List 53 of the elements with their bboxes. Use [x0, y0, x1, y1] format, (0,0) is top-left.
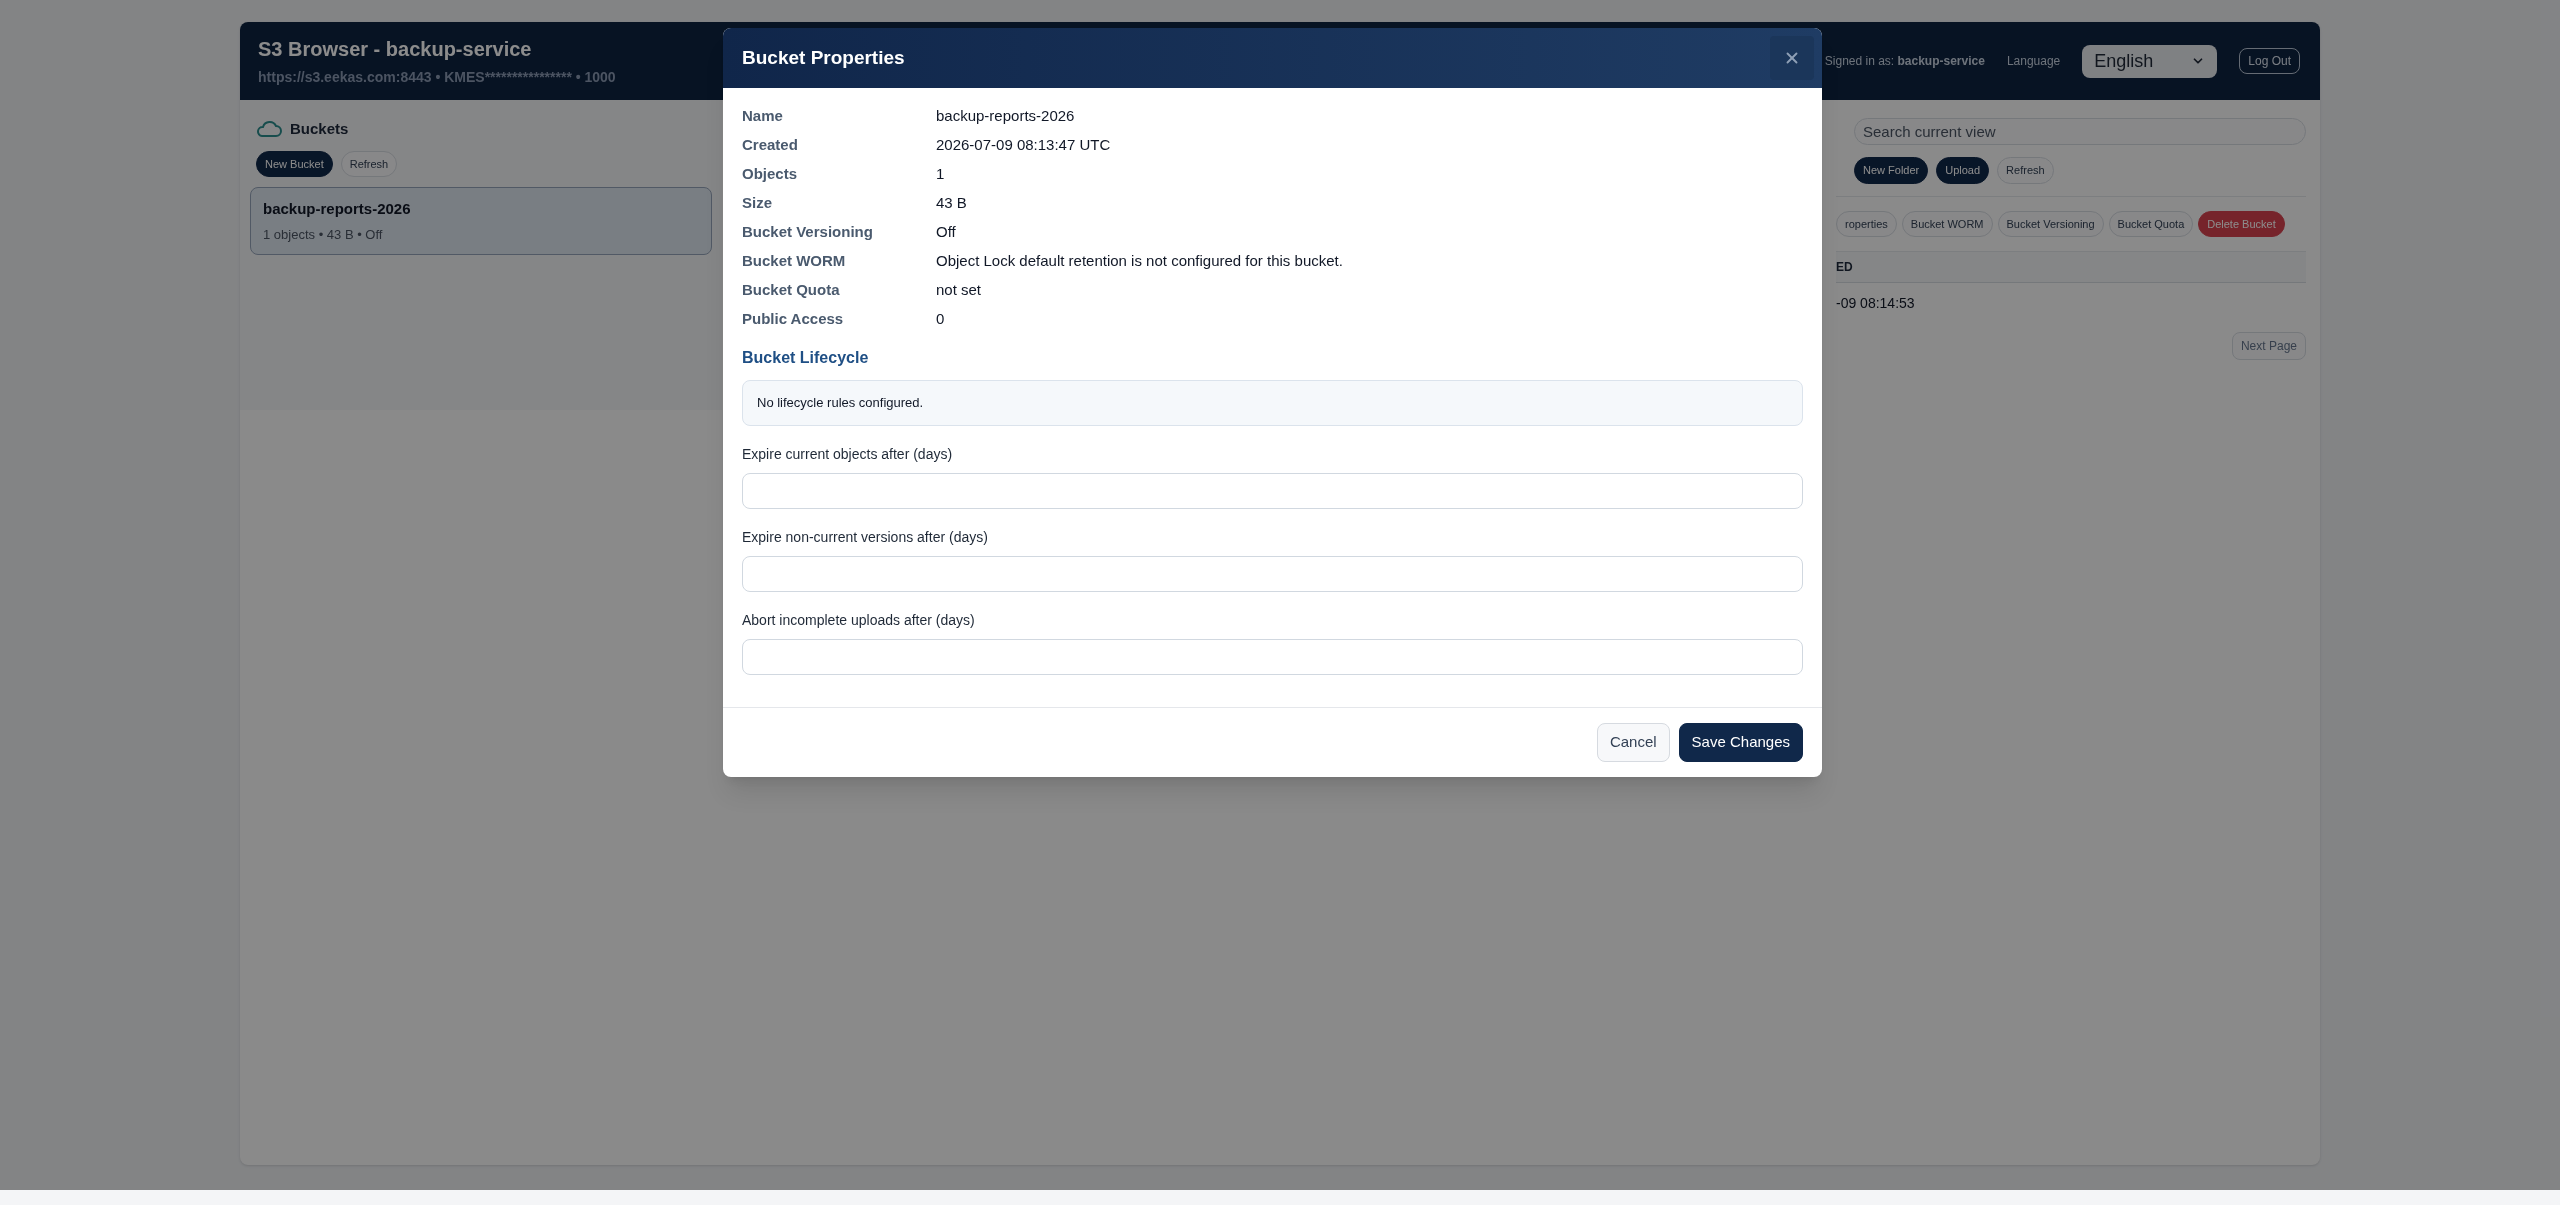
language-label: Language [2006, 53, 2061, 70]
action-button[interactable]: Save Changes [1678, 723, 1803, 762]
input-field[interactable] [742, 473, 1803, 509]
field-label: Abort incomplete uploads after (days) [742, 611, 976, 630]
signed-in-text: Signed in as: backup-service [1824, 53, 1985, 70]
property-label: Name [742, 106, 784, 125]
property-label: Objects [742, 164, 799, 183]
dialog-title: Bucket Properties [742, 45, 905, 70]
property-value: Object Lock default retention is not configured for this bucket. [936, 251, 1344, 270]
buckets-title: Buckets [290, 119, 349, 139]
property-value: not set [936, 280, 983, 299]
property-value: 2026-07-09 08:13:47 UTC [936, 135, 1112, 154]
bucket-item[interactable]: backup-reports-2026 1 objects • 43 B • Off [250, 187, 712, 255]
property-value: 1 [936, 164, 946, 183]
logout-button[interactable]: Log Out [2239, 48, 2300, 74]
column-header: ED [1836, 259, 1853, 276]
field-label: Expire non-current versions after (days) [742, 528, 989, 547]
next-page-button[interactable]: Next Page [2231, 332, 2306, 360]
property-value: 43 B [936, 193, 968, 212]
property-label: Bucket Versioning [742, 222, 874, 241]
action-button[interactable]: Upload [1936, 157, 1990, 184]
table-cell-text: -09 08:14:53 [1836, 294, 1915, 313]
property-label: Bucket WORM [742, 251, 847, 270]
property-label: Created [742, 135, 799, 154]
close-button[interactable] [1770, 36, 1814, 80]
language-select[interactable]: English [2082, 44, 2218, 78]
action-button[interactable]: Cancel [1596, 723, 1670, 762]
action-button[interactable]: New Folder [1854, 157, 1929, 184]
action-button[interactable]: Bucket Versioning [1997, 210, 2104, 237]
property-label: Bucket Quota [742, 280, 841, 299]
app-title: S3 Browser - backup-service [258, 37, 533, 62]
property-value: 0 [936, 309, 946, 328]
action-button[interactable]: Delete Bucket [2198, 210, 2285, 237]
connection-info: https://s3.eekas.com:8443 • KMES**************** • 1000 [258, 68, 616, 87]
lifecycle-message: No lifecycle rules configured. [757, 394, 924, 413]
input-field[interactable] [742, 556, 1803, 592]
bucket-meta: 1 objects • 43 B • Off [263, 225, 384, 244]
action-button[interactable]: Refresh [340, 150, 398, 177]
action-button[interactable]: Refresh [1997, 157, 2054, 184]
action-button[interactable]: New Bucket [256, 150, 333, 177]
search-field[interactable]: Search current view [1854, 118, 2306, 145]
action-button[interactable]: Bucket WORM [1901, 210, 1993, 237]
action-button[interactable]: roperties [1836, 210, 1897, 237]
property-label: Public Access [742, 309, 845, 328]
bucket-name: backup-reports-2026 [263, 199, 412, 219]
property-value: backup-reports-2026 [936, 106, 1076, 125]
property-label: Size [742, 193, 773, 212]
action-button[interactable]: Bucket Quota [2108, 210, 2194, 237]
lifecycle-title: Bucket Lifecycle [742, 348, 870, 368]
input-field[interactable] [742, 639, 1803, 675]
cloud-icon [256, 120, 282, 139]
property-value: Off [936, 222, 957, 241]
field-label: Expire current objects after (days) [742, 445, 954, 464]
